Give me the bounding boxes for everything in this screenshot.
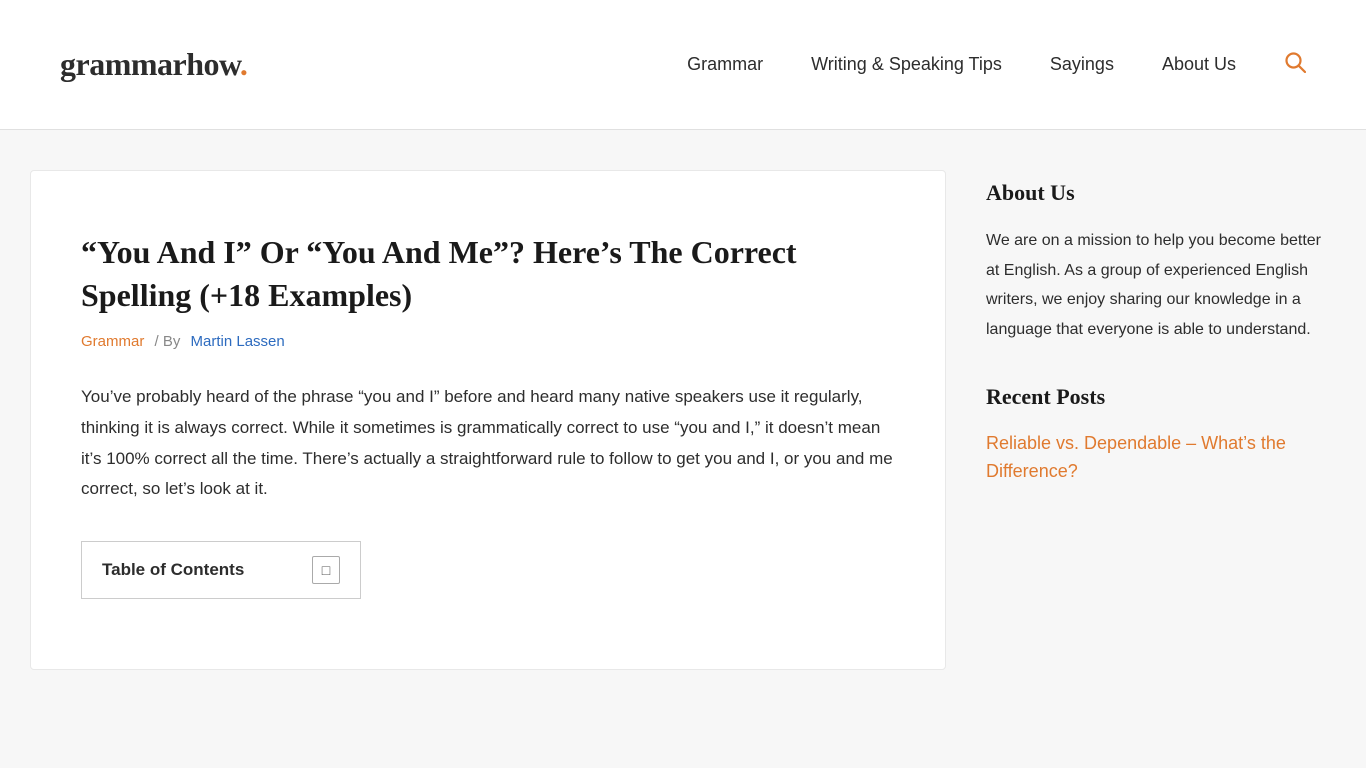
toc-title: Table of Contents bbox=[102, 560, 244, 580]
article-title: “You And I” Or “You And Me”? Here’s The … bbox=[81, 231, 895, 317]
sidebar-recent-post-link[interactable]: Reliable vs. Dependable – What’s the Dif… bbox=[986, 430, 1326, 486]
article-card: “You And I” Or “You And Me”? Here’s The … bbox=[30, 170, 946, 670]
meta-separator: / By bbox=[155, 333, 181, 350]
sidebar-about-section: About Us We are on a mission to help you… bbox=[986, 180, 1326, 344]
toc-header: Table of Contents □ bbox=[102, 556, 340, 584]
site-logo[interactable]: grammarhow. bbox=[60, 46, 247, 83]
nav-item-about[interactable]: About Us bbox=[1162, 54, 1236, 75]
page-wrapper: “You And I” Or “You And Me”? Here’s The … bbox=[0, 130, 1366, 710]
toc-toggle-button[interactable]: □ bbox=[312, 556, 340, 584]
sidebar-about-heading: About Us bbox=[986, 180, 1326, 206]
search-icon[interactable] bbox=[1284, 51, 1306, 79]
sidebar-recent-posts-heading: Recent Posts bbox=[986, 384, 1326, 410]
toc-toggle-icon: □ bbox=[322, 562, 330, 578]
article-author[interactable]: Martin Lassen bbox=[191, 333, 285, 350]
logo-text: grammarhow bbox=[60, 46, 240, 82]
sidebar-recent-posts-section: Recent Posts Reliable vs. Dependable – W… bbox=[986, 384, 1326, 486]
table-of-contents-box: Table of Contents □ bbox=[81, 541, 361, 599]
article-category[interactable]: Grammar bbox=[81, 333, 144, 350]
nav-item-writing[interactable]: Writing & Speaking Tips bbox=[811, 54, 1002, 75]
article-intro: You’ve probably heard of the phrase “you… bbox=[81, 382, 895, 504]
main-nav: Grammar Writing & Speaking Tips Sayings … bbox=[687, 51, 1306, 79]
sidebar-about-text: We are on a mission to help you become b… bbox=[986, 226, 1326, 344]
nav-item-sayings[interactable]: Sayings bbox=[1050, 54, 1114, 75]
article-meta: Grammar / By Martin Lassen bbox=[81, 333, 895, 350]
site-header: grammarhow. Grammar Writing & Speaking T… bbox=[0, 0, 1366, 130]
sidebar: About Us We are on a mission to help you… bbox=[986, 170, 1326, 526]
logo-dot: . bbox=[240, 46, 248, 82]
nav-item-grammar[interactable]: Grammar bbox=[687, 54, 763, 75]
